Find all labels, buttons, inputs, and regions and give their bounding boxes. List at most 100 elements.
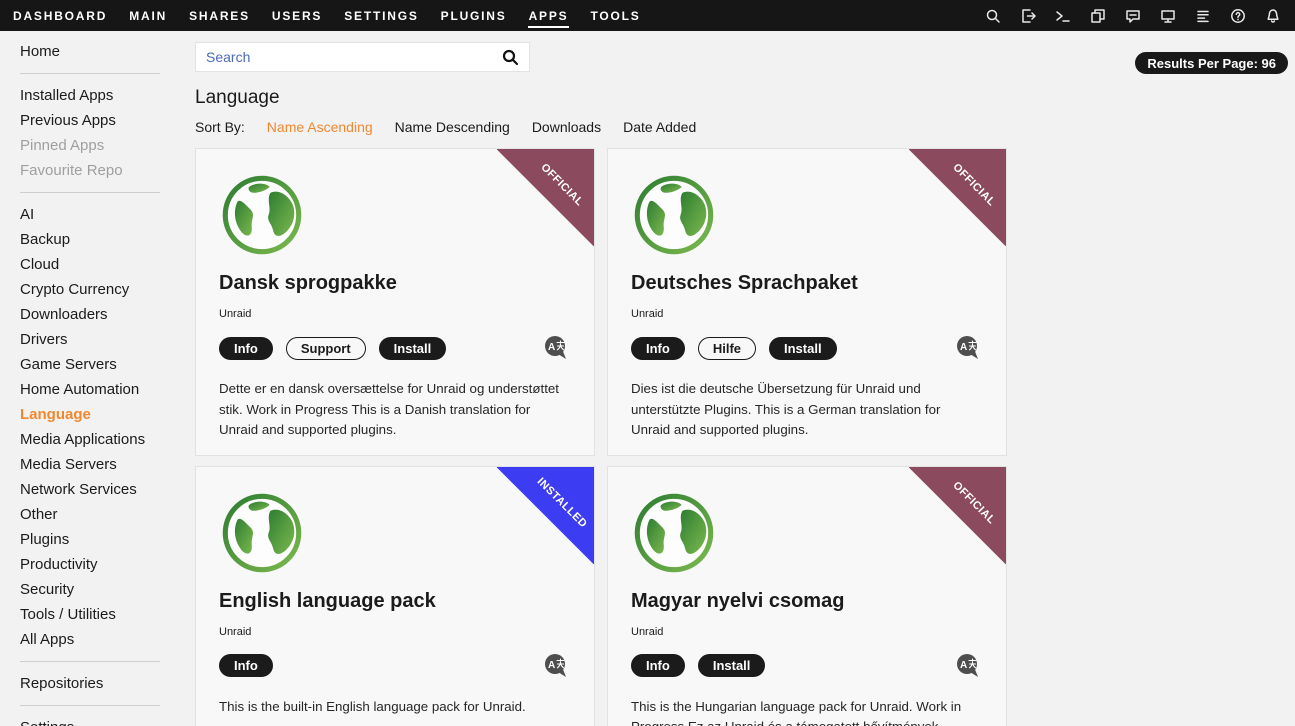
search-row: Results Per Page: 96 xyxy=(195,42,1295,72)
search-box xyxy=(195,42,530,72)
app-title[interactable]: Deutsches Sprachpaket xyxy=(631,272,982,295)
notifications-icon[interactable] xyxy=(1265,8,1281,24)
sidebar-item-ai[interactable]: AI xyxy=(0,202,195,227)
help-icon[interactable] xyxy=(1230,8,1246,24)
info-button[interactable]: Info xyxy=(631,337,685,360)
translate-icon[interactable]: A xyxy=(955,653,981,679)
sidebar-item-settings[interactable]: Settings xyxy=(0,715,195,726)
sidebar-item-crypto-currency[interactable]: Crypto Currency xyxy=(0,277,195,302)
sort-name-descending[interactable]: Name Descending xyxy=(395,119,510,135)
app-description: This is the Hungarian language pack for … xyxy=(631,697,982,726)
nav-item-plugins[interactable]: PLUGINS xyxy=(430,0,518,31)
translate-icon[interactable]: A xyxy=(955,335,981,361)
svg-text:A: A xyxy=(960,660,967,671)
sidebar-item-repositories[interactable]: Repositories xyxy=(0,671,195,696)
top-nav: DASHBOARD MAIN SHARES USERS SETTINGS PLU… xyxy=(0,0,1295,31)
translate-icon[interactable]: A xyxy=(543,335,569,361)
sidebar-item-backup[interactable]: Backup xyxy=(0,227,195,252)
svg-text:A: A xyxy=(960,342,967,353)
sort-by-label: Sort By: xyxy=(195,119,245,135)
official-ribbon: OFFICIAL xyxy=(497,149,594,246)
install-button[interactable]: Install xyxy=(769,337,837,360)
app-card-grid: OFFICIAL Dansk sprogpakke Unraid I xyxy=(195,148,1295,726)
nav-menu: DASHBOARD MAIN SHARES USERS SETTINGS PLU… xyxy=(2,0,652,31)
main-content: Results Per Page: 96 Language Sort By: N… xyxy=(195,31,1295,726)
nav-item-dashboard[interactable]: DASHBOARD xyxy=(2,0,118,31)
sidebar-item-media-applications[interactable]: Media Applications xyxy=(0,427,195,452)
official-ribbon: OFFICIAL xyxy=(909,149,1006,246)
sidebar-item-home[interactable]: Home xyxy=(0,39,195,64)
sidebar-item-plugins[interactable]: Plugins xyxy=(0,527,195,552)
globe-icon[interactable] xyxy=(631,492,719,574)
sidebar-item-installed-apps[interactable]: Installed Apps xyxy=(0,83,195,108)
app-title[interactable]: English language pack xyxy=(219,590,570,613)
sidebar-divider xyxy=(20,705,160,706)
search-input[interactable] xyxy=(206,49,502,65)
nav-item-shares[interactable]: SHARES xyxy=(178,0,261,31)
nav-item-main[interactable]: MAIN xyxy=(118,0,178,31)
app-description: Dette er en dansk oversættelse for Unrai… xyxy=(219,379,570,441)
sidebar-item-downloaders[interactable]: Downloaders xyxy=(0,302,195,327)
app-title[interactable]: Dansk sprogpakke xyxy=(219,272,570,295)
nav-icons xyxy=(985,8,1287,24)
sidebar-item-other[interactable]: Other xyxy=(0,502,195,527)
app-description: Dies ist die deutsche Übersetzung für Un… xyxy=(631,379,982,441)
nav-item-apps[interactable]: APPS xyxy=(518,0,580,31)
nav-item-tools[interactable]: TOOLS xyxy=(579,0,651,31)
app-card-english: INSTALLED English language pack Unraid I… xyxy=(195,466,595,726)
sidebar-item-drivers[interactable]: Drivers xyxy=(0,327,195,352)
translate-icon[interactable]: A xyxy=(543,653,569,679)
terminal-icon[interactable] xyxy=(1055,8,1071,24)
sort-downloads[interactable]: Downloads xyxy=(532,119,601,135)
card-actions: Info Support Install A xyxy=(219,335,570,361)
app-card-deutsch: OFFICIAL Deutsches Sprachpaket Unraid In… xyxy=(607,148,1007,456)
nav-item-settings[interactable]: SETTINGS xyxy=(333,0,429,31)
sidebar-item-previous-apps[interactable]: Previous Apps xyxy=(0,108,195,133)
app-author: Unraid xyxy=(631,626,982,638)
sidebar-item-network-services[interactable]: Network Services xyxy=(0,477,195,502)
sidebar-item-all-apps[interactable]: All Apps xyxy=(0,627,195,652)
app-author: Unraid xyxy=(219,626,570,638)
install-button[interactable]: Install xyxy=(698,654,766,677)
globe-icon[interactable] xyxy=(219,492,307,574)
app-title[interactable]: Magyar nyelvi csomag xyxy=(631,590,982,613)
info-button[interactable]: Info xyxy=(219,337,273,360)
sidebar-item-pinned-apps: Pinned Apps xyxy=(0,133,195,158)
install-button[interactable]: Install xyxy=(379,337,447,360)
help-button[interactable]: Hilfe xyxy=(698,337,756,360)
sidebar-item-media-servers[interactable]: Media Servers xyxy=(0,452,195,477)
sidebar-item-language[interactable]: Language xyxy=(0,402,195,427)
sidebar-item-tools-utilities[interactable]: Tools / Utilities xyxy=(0,602,195,627)
svg-text:A: A xyxy=(548,342,555,353)
official-ribbon: OFFICIAL xyxy=(909,467,1006,564)
feedback-icon[interactable] xyxy=(1125,8,1141,24)
sidebar-item-cloud[interactable]: Cloud xyxy=(0,252,195,277)
globe-icon[interactable] xyxy=(631,174,719,256)
app-author: Unraid xyxy=(631,308,982,320)
results-per-page-badge[interactable]: Results Per Page: 96 xyxy=(1135,52,1288,74)
card-actions: Info Install A xyxy=(631,653,982,679)
search-icon[interactable] xyxy=(985,8,1001,24)
info-button[interactable]: Info xyxy=(631,654,685,677)
sidebar-item-favourite-repo: Favourite Repo xyxy=(0,158,195,183)
sidebar-item-security[interactable]: Security xyxy=(0,577,195,602)
info-button[interactable]: Info xyxy=(219,654,273,677)
sidebar-divider xyxy=(20,661,160,662)
app-card-dansk: OFFICIAL Dansk sprogpakke Unraid I xyxy=(195,148,595,456)
app-card-magyar: OFFICIAL Magyar nyelvi csomag Unraid Inf… xyxy=(607,466,1007,726)
search-submit-icon[interactable] xyxy=(502,49,519,66)
log-icon[interactable] xyxy=(1195,8,1211,24)
logout-icon[interactable] xyxy=(1020,8,1036,24)
sidebar-item-game-servers[interactable]: Game Servers xyxy=(0,352,195,377)
sidebar-item-home-automation[interactable]: Home Automation xyxy=(0,377,195,402)
sidebar: Home Installed Apps Previous Apps Pinned… xyxy=(0,31,195,726)
sidebar-item-productivity[interactable]: Productivity xyxy=(0,552,195,577)
sort-date-added[interactable]: Date Added xyxy=(623,119,696,135)
globe-icon[interactable] xyxy=(219,174,307,256)
sort-name-ascending[interactable]: Name Ascending xyxy=(267,119,373,135)
display-icon[interactable] xyxy=(1160,8,1176,24)
copy-icon[interactable] xyxy=(1090,8,1106,24)
sidebar-divider xyxy=(20,73,160,74)
nav-item-users[interactable]: USERS xyxy=(261,0,333,31)
support-button[interactable]: Support xyxy=(286,337,366,360)
